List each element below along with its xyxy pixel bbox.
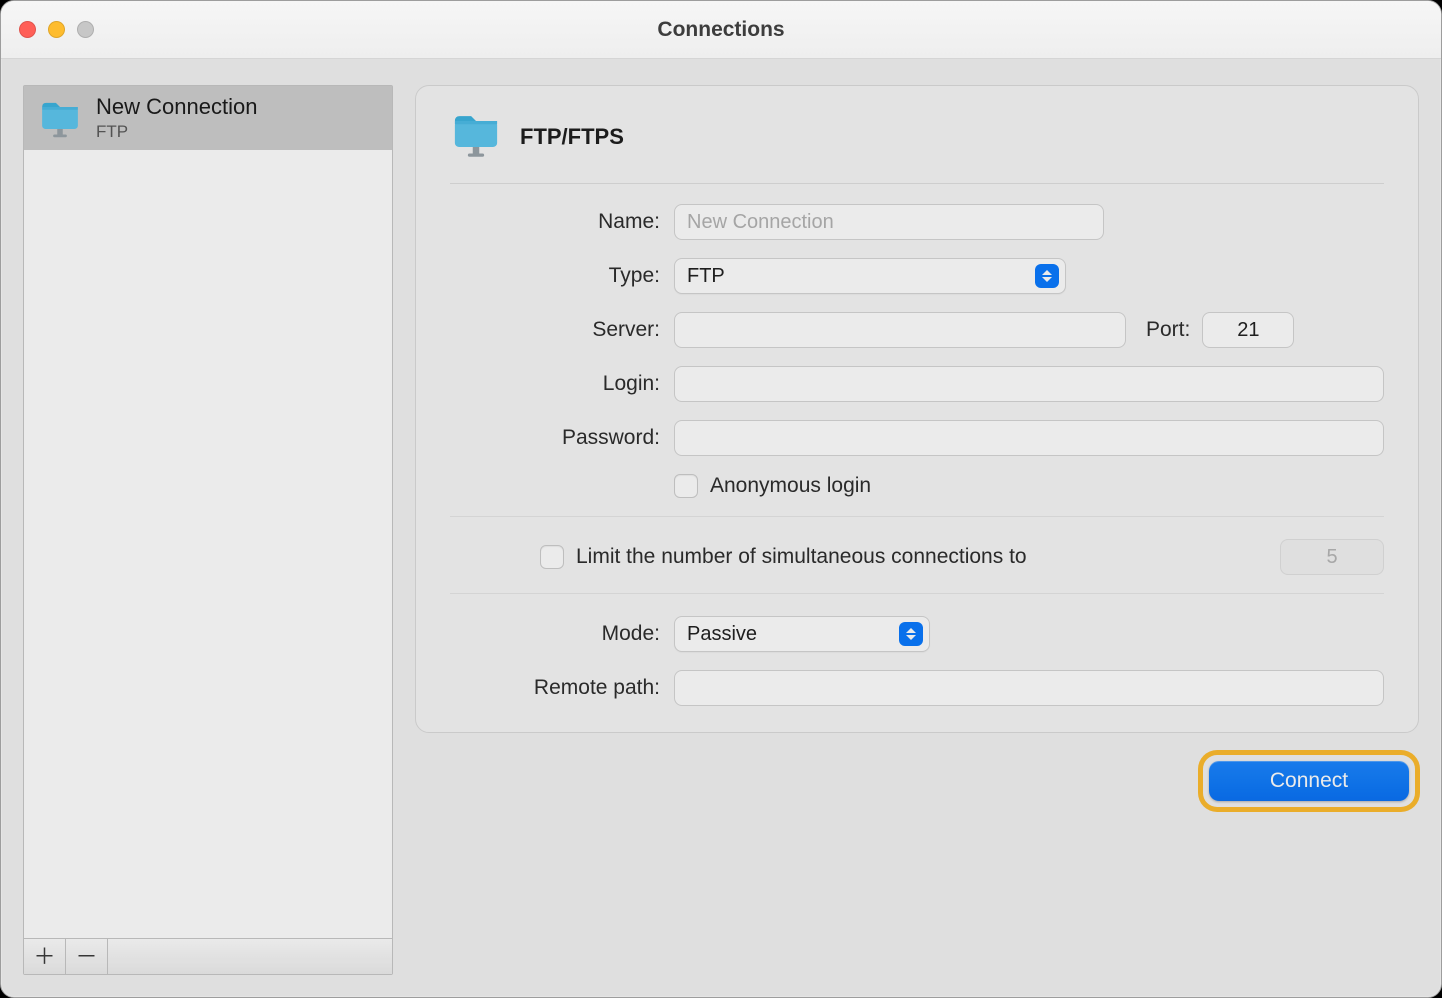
list-item-subtitle: FTP [96, 122, 257, 142]
sidebar-toolbar: ＋ － [24, 938, 392, 974]
list-item-title: New Connection [96, 94, 257, 120]
mode-select[interactable]: Passive [674, 616, 930, 652]
connection-form: Name: Type: FTP Server: [450, 184, 1384, 706]
server-label: Server: [450, 318, 674, 342]
limit-connections-value [1280, 539, 1384, 575]
remote-path-input[interactable] [674, 670, 1384, 706]
window-zoom-button[interactable] [77, 21, 94, 38]
window-minimize-button[interactable] [48, 21, 65, 38]
type-label: Type: [450, 264, 674, 288]
mode-label: Mode: [450, 622, 674, 646]
connections-list: New Connection FTP [24, 86, 392, 938]
window-body: New Connection FTP ＋ － [1, 59, 1441, 997]
password-label: Password: [450, 426, 674, 450]
type-select-value: FTP [687, 265, 725, 288]
server-input[interactable] [674, 312, 1126, 348]
port-input[interactable] [1202, 312, 1294, 348]
anonymous-login-checkbox[interactable] [674, 474, 698, 498]
window-close-button[interactable] [19, 21, 36, 38]
window-title: Connections [657, 18, 784, 42]
type-select[interactable]: FTP [674, 258, 1066, 294]
titlebar: Connections [1, 1, 1441, 59]
password-input[interactable] [674, 420, 1384, 456]
panel-footer: Connect [415, 755, 1419, 807]
network-folder-icon [450, 108, 502, 165]
connect-highlight: Connect [1203, 755, 1415, 807]
add-connection-button[interactable]: ＋ [24, 939, 66, 974]
remote-path-label: Remote path: [450, 676, 674, 700]
chevron-updown-icon [1035, 264, 1059, 288]
login-input[interactable] [674, 366, 1384, 402]
list-item-text: New Connection FTP [96, 94, 257, 142]
connections-window: Connections New Conn [0, 0, 1442, 998]
connections-sidebar: New Connection FTP ＋ － [23, 85, 393, 975]
connect-button[interactable]: Connect [1209, 761, 1409, 801]
sidebar-toolbar-spacer [108, 939, 392, 974]
anonymous-login-label: Anonymous login [710, 474, 871, 498]
limit-connections-label: Limit the number of simultaneous connect… [576, 545, 1280, 569]
divider [450, 593, 1384, 594]
remove-connection-button[interactable]: － [66, 939, 108, 974]
mode-select-value: Passive [687, 623, 757, 646]
chevron-updown-icon [899, 622, 923, 646]
name-label: Name: [450, 210, 674, 234]
details-column: FTP/FTPS Name: Type: FTP [415, 85, 1419, 975]
name-input[interactable] [674, 204, 1104, 240]
network-folder-icon [38, 96, 82, 140]
limit-connections-checkbox[interactable] [540, 545, 564, 569]
panel-header: FTP/FTPS [450, 108, 1384, 184]
connection-panel: FTP/FTPS Name: Type: FTP [415, 85, 1419, 733]
divider [450, 516, 1384, 517]
login-label: Login: [450, 372, 674, 396]
port-label: Port: [1146, 318, 1202, 342]
connection-list-item[interactable]: New Connection FTP [24, 86, 392, 150]
panel-title: FTP/FTPS [520, 124, 624, 150]
window-controls [19, 21, 94, 38]
